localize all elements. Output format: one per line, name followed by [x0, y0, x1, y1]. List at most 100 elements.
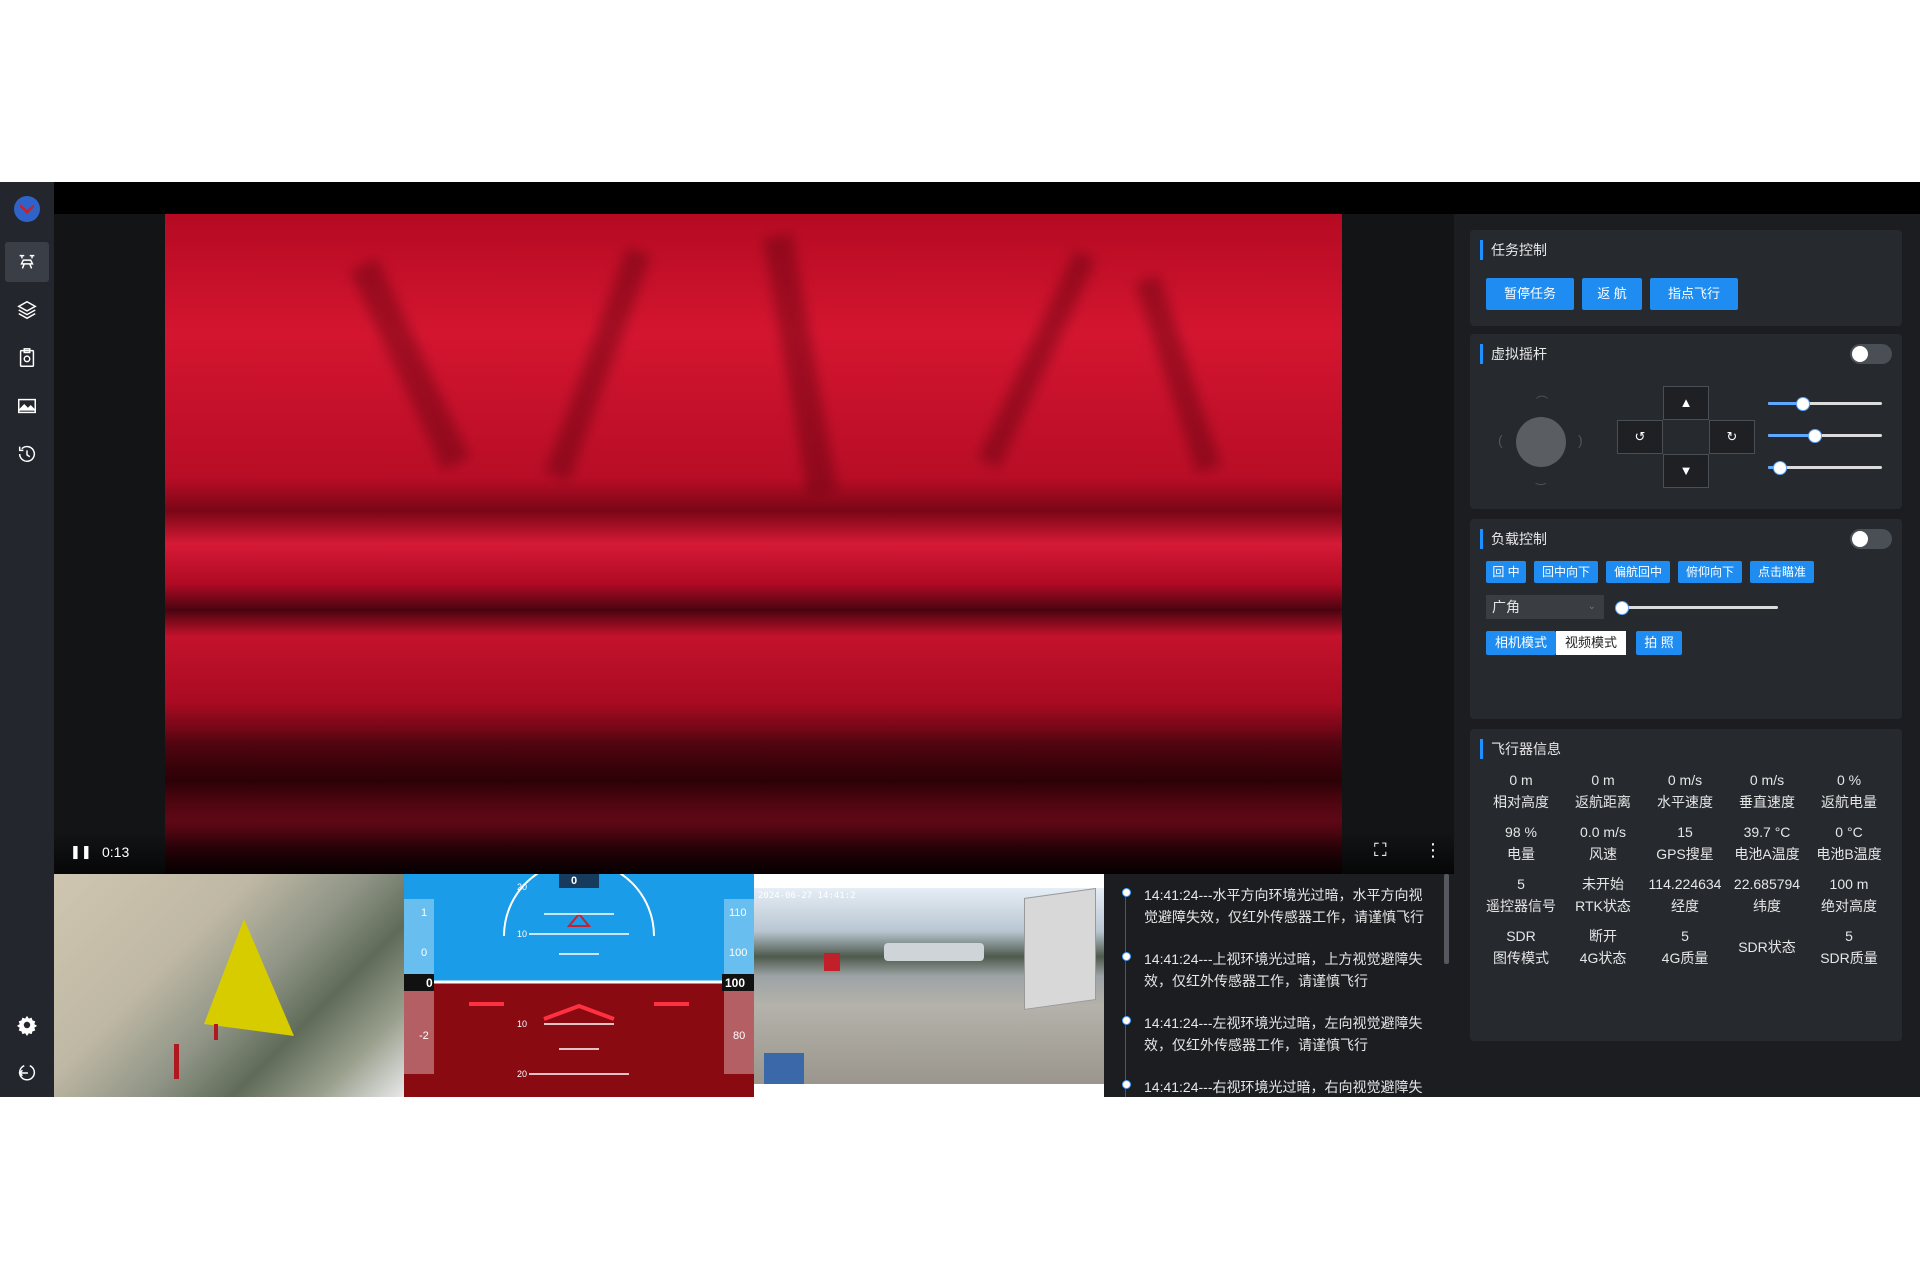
log-entry: 14:41:24---水平方向环境光过暗，水平方向视觉避障失效，仅红外传感器工作… [1144, 887, 1424, 925]
gimbal-center-down-button[interactable]: 回中向下 [1534, 561, 1598, 583]
flight-info-label: 相对高度 [1493, 794, 1549, 810]
flight-info-label: 水平速度 [1657, 794, 1713, 810]
flight-info-value: 0 % [1836, 772, 1862, 788]
top-bar [54, 182, 1920, 214]
joystick-up-arc: ⌒ [1536, 395, 1549, 409]
return-home-button[interactable]: 返 航 [1582, 278, 1642, 310]
flight-info-label: 风速 [1589, 846, 1617, 862]
altitude-scale-label: 1 [421, 907, 428, 919]
timeline-dot-icon [1122, 1080, 1131, 1089]
flight-info-label: 电池A温度 [1734, 846, 1800, 862]
flight-info-value: 100 m [1829, 876, 1869, 892]
altitude-readout: 0 [426, 976, 433, 990]
joystick-right-arc: ) [1578, 432, 1583, 448]
more-options-icon[interactable]: ⋮ [1424, 840, 1442, 861]
pitch-down-button[interactable]: 俯仰向下 [1678, 561, 1742, 583]
event-log: 14:41:24---水平方向环境光过暗，水平方向视觉避障失效，仅红外传感器工作… [1104, 874, 1454, 1097]
yaw-center-button[interactable]: 偏航回中 [1606, 561, 1670, 583]
flight-info-label: 绝对高度 [1821, 898, 1877, 914]
flight-info-label: 垂直速度 [1739, 794, 1795, 810]
joystick-slider[interactable] [1768, 397, 1882, 411]
flight-info-label: 返航电量 [1821, 794, 1877, 810]
history-nav-icon[interactable] [5, 434, 49, 474]
flight-info-panel: 飞行器信息 0 m 相对高度 0 m 返航距离 0 m/s 水平速度 0 m/s 垂直速度 0 … [1470, 729, 1902, 1041]
flight-info-value: 5 [1845, 928, 1853, 944]
flight-info-label: 电池B温度 [1816, 846, 1882, 862]
pitch-label: 20 [517, 1069, 528, 1079]
flight-info-value: 0 m/s [1749, 772, 1785, 788]
flight-info-label: SDR状态 [1738, 939, 1796, 955]
aircraft-marker-icon [174, 919, 294, 1079]
media-nav-icon[interactable] [5, 386, 49, 426]
flight-info-item: 39.7 °C 电池A温度 [1726, 821, 1808, 865]
flight-info-item: 15 GPS搜星 [1644, 821, 1726, 865]
mission-control-panel: 任务控制 暂停任务 返 航 指点飞行 [1470, 230, 1902, 326]
flight-info-label: 经度 [1671, 898, 1699, 914]
panel-title: 负载控制 [1480, 529, 1547, 549]
click-aim-button[interactable]: 点击瞄准 [1750, 561, 1814, 583]
point-fly-button[interactable]: 指点飞行 [1650, 278, 1738, 310]
heading-readout: 0 [571, 875, 578, 887]
secondary-camera-feed[interactable]: 2024-06-27 14:41:2 [754, 874, 1104, 1097]
joystick-slider[interactable] [1768, 461, 1882, 475]
joystick-toggle[interactable] [1850, 344, 1892, 364]
log-entry: 14:41:24---右视环境光过暗，右向视觉避障失 [1144, 1079, 1423, 1095]
flight-info-label: RTK状态 [1575, 898, 1631, 914]
lens-select[interactable]: 广角 ⌄ [1486, 595, 1604, 619]
gimbal-center-button[interactable]: 回 中 [1486, 561, 1526, 583]
mini-map[interactable] [54, 874, 404, 1097]
pause-mission-button[interactable]: 暂停任务 [1486, 278, 1574, 310]
zoom-slider[interactable] [1615, 601, 1778, 615]
rotate-right-button[interactable]: ↻ [1709, 420, 1755, 454]
pitch-label: 20 [517, 882, 528, 892]
joystick-slider[interactable] [1768, 429, 1882, 443]
joystick-pad[interactable]: ⌒ ( ) ‿ [1498, 395, 1584, 485]
flight-info-value: 0 °C [1835, 824, 1863, 840]
pitch-label: 10 [517, 1019, 528, 1029]
fullscreen-icon[interactable]: ⛶ [1374, 840, 1387, 861]
flight-info-label: 4G状态 [1579, 950, 1627, 966]
sidebar [0, 182, 54, 1097]
flight-info-label: GPS搜星 [1656, 846, 1714, 862]
ascend-button[interactable]: ▲ [1663, 386, 1709, 420]
flight-info-label: 4G质量 [1661, 950, 1709, 966]
logout-nav-icon[interactable] [5, 1053, 49, 1093]
flight-info-value: 断开 [1589, 928, 1617, 944]
video-feed [165, 214, 1342, 874]
pause-icon[interactable]: ❚❚ [70, 844, 92, 860]
video-controls: ❚❚ 0:13 ⛶ ⋮ [54, 832, 1454, 874]
flight-info-item: 5 遥控器信号 [1480, 873, 1562, 917]
drone-nav-icon[interactable] [5, 242, 49, 282]
camera-mode-button[interactable]: 相机模式 [1486, 631, 1556, 655]
layers-nav-icon[interactable] [5, 290, 49, 330]
speed-readout: 100 [725, 976, 746, 990]
flight-info-value: 98 % [1505, 824, 1537, 840]
panel-title: 任务控制 [1480, 240, 1547, 260]
video-time: 0:13 [102, 844, 130, 860]
take-photo-button[interactable]: 拍 照 [1636, 631, 1682, 655]
task-nav-icon[interactable] [5, 338, 49, 378]
flight-info-value: 5 [1681, 928, 1689, 944]
flight-info-value: 0.0 m/s [1580, 824, 1626, 840]
payload-toggle[interactable] [1850, 529, 1892, 549]
joystick-knob[interactable] [1516, 417, 1566, 467]
main-video-player[interactable]: ❚❚ 0:13 ⛶ ⋮ [54, 214, 1454, 874]
flight-info-value: 5 [1517, 876, 1525, 892]
flight-info-item: 0 m/s 水平速度 [1644, 769, 1726, 813]
altitude-scale-label: -2 [419, 1030, 429, 1042]
speed-scale-label: 100 [729, 947, 748, 959]
flight-info-label: 遥控器信号 [1486, 898, 1556, 914]
flight-info-item: 0 % 返航电量 [1808, 769, 1890, 813]
settings-nav-icon[interactable] [5, 1005, 49, 1045]
flight-info-item: 22.685794 纬度 [1726, 873, 1808, 917]
panel-title: 虚拟摇杆 [1480, 344, 1547, 364]
lens-select-value: 广角 [1492, 599, 1520, 615]
video-mode-button[interactable]: 视频模式 [1556, 631, 1626, 655]
attitude-indicator: 0 20 10 10 20 1 0 0 -2 110 100 100 80 [404, 874, 754, 1097]
joystick-left-arc: ( [1498, 432, 1503, 448]
flight-info-item: 0 °C 电池B温度 [1808, 821, 1890, 865]
flight-info-item: 0 m 相对高度 [1480, 769, 1562, 813]
log-scrollbar[interactable] [1444, 874, 1449, 964]
descend-button[interactable]: ▼ [1663, 454, 1709, 488]
rotate-left-button[interactable]: ↺ [1617, 420, 1663, 454]
